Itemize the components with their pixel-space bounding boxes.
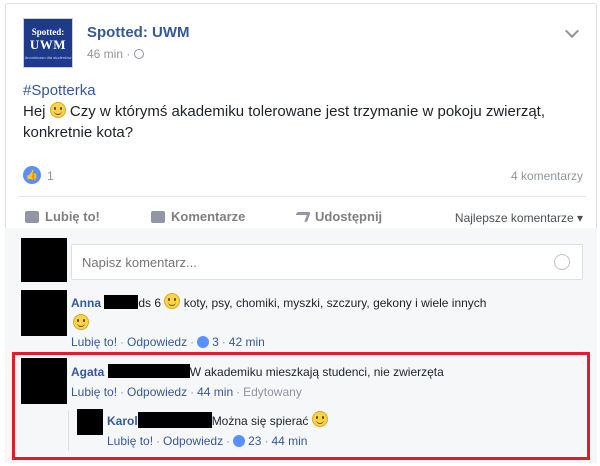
- smile-emoji-icon: [311, 411, 328, 427]
- post-text-rest: Czy w którymś akademiku tolerowane jest …: [23, 103, 546, 141]
- smile-emoji-icon: [164, 293, 181, 309]
- comment-text: Można się spierać: [211, 414, 309, 428]
- comment-count-link[interactable]: 4 komentarzy: [511, 169, 583, 183]
- share-label: Udostępnij: [315, 209, 383, 224]
- hashtag-link[interactable]: #Spotterka: [23, 80, 583, 101]
- comment-reply-link[interactable]: Odpowiedz: [163, 434, 223, 448]
- logo-text-top: Spotted:: [31, 26, 65, 37]
- like-reaction-icon[interactable]: 👍: [23, 166, 41, 184]
- redacted-avatar: [77, 409, 103, 435]
- redacted-text: [137, 412, 212, 428]
- redacted-avatar: [21, 238, 67, 282]
- smile-emoji-icon: [73, 314, 89, 330]
- comment-anna: Anna ds 6 koty, psy, chomiki, myszki, sz…: [71, 293, 486, 312]
- comment-actions: Lubię to! · Odpowiedz · 3 · 42 min: [71, 335, 265, 349]
- redacted-avatar: [21, 358, 67, 404]
- comment-time[interactable]: 44 min: [197, 385, 233, 399]
- page-avatar[interactable]: Spotted: UWM Anonimowo dla studentów: [23, 18, 73, 68]
- comment-label: Komentarze: [171, 209, 246, 224]
- reaction-stats: 👍 1 4 komentarzy: [23, 164, 583, 188]
- post-time[interactable]: 46 min ·: [87, 47, 130, 61]
- redacted-avatar: [21, 290, 67, 336]
- comment-like-link[interactable]: Lubię to!: [71, 385, 117, 399]
- comment-like-link[interactable]: Lubię to!: [107, 434, 153, 448]
- redacted-text: [107, 364, 190, 378]
- comment-karol: Karol Można się spierać: [107, 411, 328, 430]
- post-text-start: Hej: [23, 103, 50, 120]
- comment-author[interactable]: Agata: [71, 365, 104, 379]
- like-count[interactable]: 1: [47, 169, 54, 183]
- comment-time[interactable]: 42 min: [229, 335, 265, 349]
- comment-text-a: ds 6: [138, 296, 162, 310]
- logo-text-sub: Anonimowo dla studentów: [24, 54, 72, 60]
- reply-thread-line: [68, 411, 69, 451]
- globe-icon: [134, 49, 145, 59]
- comment-text: W akademiku mieszkają studenci, nie zwie…: [189, 365, 444, 379]
- comment-agata: Agata W akademiku mieszkają studenci, ni…: [71, 364, 444, 381]
- comments-section: Anna ds 6 koty, psy, chomiki, myszki, sz…: [5, 228, 597, 463]
- like-reaction-icon[interactable]: [233, 435, 246, 447]
- emoji-picker-icon[interactable]: [554, 254, 570, 270]
- share-arrow-icon: [293, 211, 311, 222]
- comment-author[interactable]: Karol: [107, 414, 138, 428]
- share-button[interactable]: Udostępnij: [293, 209, 383, 224]
- comment-input[interactable]: [72, 245, 512, 279]
- redacted-text: [104, 295, 139, 309]
- comment-author[interactable]: Anna: [71, 296, 101, 310]
- comment-like-link[interactable]: Lubię to!: [71, 335, 117, 349]
- like-label: Lubię to!: [45, 209, 100, 224]
- smile-emoji-icon: [49, 102, 66, 118]
- action-bar: Lubię to! Komentarze Udostępnij Najlepsz…: [23, 206, 583, 230]
- post-header: Spotted: UWM Anonimowo dla studentów Spo…: [23, 16, 583, 68]
- comment-sort-dropdown[interactable]: Najlepsze komentarze ▾: [455, 211, 583, 225]
- thumbs-up-icon: [25, 210, 39, 223]
- comment-reply-link[interactable]: Odpowiedz: [127, 385, 187, 399]
- reaction-count[interactable]: 23: [248, 434, 261, 448]
- comment-time[interactable]: 44 min: [271, 434, 307, 448]
- like-button[interactable]: Lubię to!: [25, 209, 100, 224]
- post-text: #Spotterka Hej Czy w którymś akademiku t…: [23, 80, 583, 143]
- write-comment-box[interactable]: [71, 244, 583, 280]
- comment-reply-link[interactable]: Odpowiedz: [127, 335, 187, 349]
- like-reaction-icon[interactable]: [197, 336, 210, 348]
- chevron-down-icon[interactable]: [564, 23, 580, 39]
- comment-actions: Lubię to! · Odpowiedz · 23 · 44 min: [107, 434, 308, 448]
- divider: [18, 196, 586, 197]
- reaction-count[interactable]: 3: [212, 335, 219, 349]
- edited-label[interactable]: Edytowany: [243, 385, 302, 399]
- page-name-link[interactable]: Spotted: UWM: [87, 24, 189, 41]
- comment-actions: Lubię to! · Odpowiedz · 44 min · Edytowany: [71, 385, 302, 399]
- comment-button[interactable]: Komentarze: [151, 209, 245, 224]
- post-meta: 46 min ·: [87, 47, 145, 61]
- comment-text-b: koty, psy, chomiki, myszki, szczury, gek…: [183, 296, 487, 310]
- comment-icon: [151, 210, 165, 223]
- logo-text-main: UWM: [29, 36, 67, 52]
